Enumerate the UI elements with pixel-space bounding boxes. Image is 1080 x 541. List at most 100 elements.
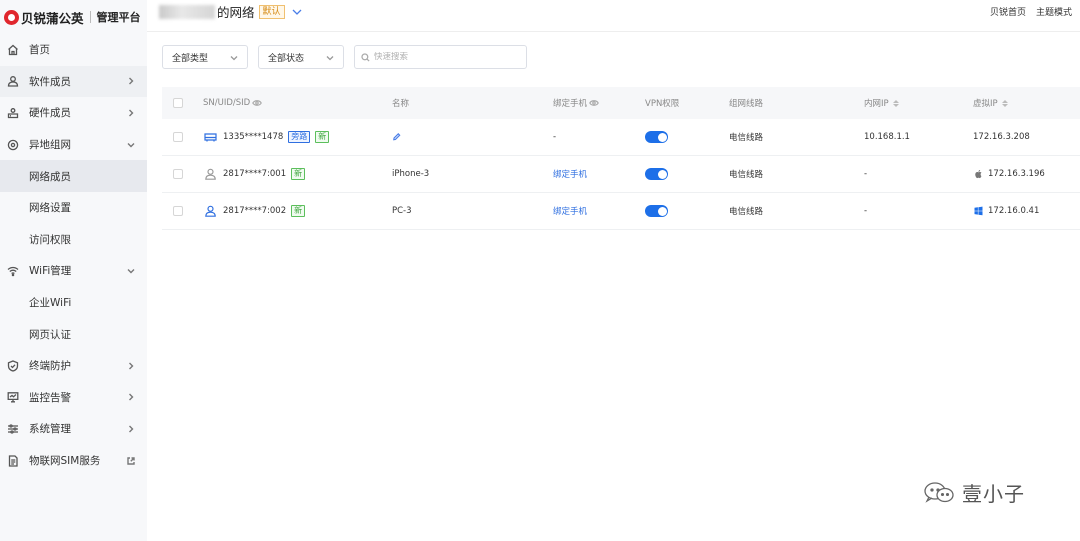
brand[interactable]: 贝锐蒲公英 管理平台 xyxy=(0,0,147,34)
sort-icon xyxy=(892,99,899,107)
top-links: 贝锐首页 主题模式 xyxy=(990,5,1072,18)
user-outline-icon xyxy=(203,168,217,180)
link-theme-mode[interactable]: 主题模式 xyxy=(1036,5,1072,18)
table-row: 1335****1478 旁路 新 - 电信线路 10.168.1.1 172.… xyxy=(162,119,1080,156)
sidebar-item-home[interactable]: 首页 xyxy=(0,34,147,66)
header-sn: SN/UID/SID xyxy=(203,98,263,108)
header-phone: 绑定手机 xyxy=(553,97,599,109)
type-select[interactable]: 全部类型 xyxy=(162,45,248,69)
brand-name: 贝锐蒲公英 xyxy=(21,10,84,26)
sidebar-item-label: WiFi管理 xyxy=(29,265,72,278)
shield-icon xyxy=(6,359,20,373)
row-ip: - xyxy=(864,169,868,179)
sidebar-item-endpoint-protection[interactable]: 终端防护 xyxy=(0,350,147,382)
brand-divider xyxy=(89,11,91,23)
network-icon xyxy=(6,138,20,152)
wifi-icon xyxy=(6,264,20,278)
sidebar-item-label: 监控告警 xyxy=(29,391,71,404)
sidebar-item-label: 系统管理 xyxy=(29,423,71,436)
redacted-network-name xyxy=(159,4,215,19)
chevron-down-icon xyxy=(326,54,334,62)
eye-icon[interactable] xyxy=(589,99,599,107)
row-vip-value: 172.16.3.196 xyxy=(988,169,1045,179)
row-checkbox[interactable] xyxy=(173,132,183,142)
table-row: 2817****7:001 新 iPhone-3 绑定手机 电信线路 - 172… xyxy=(162,156,1080,193)
search-input[interactable] xyxy=(374,52,514,62)
chevron-right-icon xyxy=(127,108,137,118)
row-sn-value: 1335****1478 xyxy=(223,132,284,142)
sidebar-item-network-settings[interactable]: 网络设置 xyxy=(0,192,147,224)
external-link-icon xyxy=(127,456,137,466)
chevron-down-icon xyxy=(291,6,303,18)
wechat-icon xyxy=(922,481,956,505)
app-root: 贝锐蒲公英 管理平台 首页 软件成员 硬件成员 异地组网 网络成员 网络设置 访… xyxy=(0,0,1080,541)
search-icon xyxy=(361,52,370,62)
sidebar-item-label: 访问权限 xyxy=(29,233,71,246)
row-sn: 2817****7:002 新 xyxy=(203,205,306,217)
sidebar-item-network-members[interactable]: 网络成员 xyxy=(0,160,147,192)
chevron-down-icon xyxy=(127,266,137,276)
network-title: 的网络 xyxy=(217,5,255,20)
bypass-tag: 旁路 xyxy=(288,131,311,143)
sidebar-item-iot-sim[interactable]: 物联网SIM服务 xyxy=(0,445,147,477)
edit-name-icon[interactable] xyxy=(392,133,401,142)
sidebar-item-label: 企业WiFi xyxy=(29,297,72,310)
sim-card-icon xyxy=(6,454,20,468)
sidebar-item-label: 软件成员 xyxy=(29,75,71,88)
sidebar-item-label: 硬件成员 xyxy=(29,107,71,120)
sidebar-menu: 首页 软件成员 硬件成员 异地组网 网络成员 网络设置 访问权限 WiFi管理 … xyxy=(0,34,147,476)
members-table: SN/UID/SID 名称 绑定手机 VPN权限 组网线路 内网IP 虚拟IP xyxy=(162,87,1080,230)
row-phone: - xyxy=(553,132,557,142)
vpn-toggle[interactable] xyxy=(645,131,668,143)
vpn-toggle[interactable] xyxy=(645,205,668,217)
watermark-text: 壹小子 xyxy=(962,482,1025,506)
row-vip-value: 172.16.0.41 xyxy=(988,206,1040,216)
header-name: 名称 xyxy=(392,99,410,109)
header-vip[interactable]: 虚拟IP xyxy=(973,97,1008,109)
header-ip-label: 内网IP xyxy=(864,99,889,109)
row-vip: 172.16.3.208 xyxy=(973,132,1030,142)
vpn-toggle[interactable] xyxy=(645,168,668,180)
sidebar-item-monitoring-alerts[interactable]: 监控告警 xyxy=(0,382,147,414)
watermark: 壹小子 xyxy=(922,478,1025,507)
bind-phone-link[interactable]: 绑定手机 xyxy=(553,205,587,217)
select-all-checkbox[interactable] xyxy=(173,98,183,108)
eye-icon[interactable] xyxy=(252,99,263,107)
settings-sliders-icon xyxy=(6,422,20,436)
row-line: 电信线路 xyxy=(729,170,764,180)
sidebar-item-system-management[interactable]: 系统管理 xyxy=(0,413,147,445)
sidebar-item-hardware-members[interactable]: 硬件成员 xyxy=(0,97,147,129)
row-sn: 2817****7:001 新 xyxy=(203,168,306,180)
bind-phone-link[interactable]: 绑定手机 xyxy=(553,168,587,180)
sidebar-item-access-permissions[interactable]: 访问权限 xyxy=(0,224,147,256)
link-home[interactable]: 贝锐首页 xyxy=(990,5,1026,18)
type-select-value: 全部类型 xyxy=(172,53,209,64)
sidebar-item-remote-network[interactable]: 异地组网 xyxy=(0,129,147,161)
network-switcher[interactable]: 的网络 默认 xyxy=(159,2,303,21)
sidebar-item-wifi-management[interactable]: WiFi管理 xyxy=(0,255,147,287)
sidebar-item-web-auth[interactable]: 网页认证 xyxy=(0,318,147,350)
header-ip[interactable]: 内网IP xyxy=(864,97,899,109)
table-row: 2817****7:002 新 PC-3 绑定手机 电信线路 - 172.16.… xyxy=(162,193,1080,230)
row-vip: 172.16.0.41 xyxy=(973,206,1039,216)
brand-logo-icon xyxy=(4,9,19,25)
chevron-right-icon xyxy=(127,361,137,371)
brand-subtitle: 管理平台 xyxy=(96,11,141,24)
apple-icon xyxy=(973,169,983,179)
row-checkbox[interactable] xyxy=(173,206,183,216)
row-ip: 10.168.1.1 xyxy=(864,132,910,142)
user-icon xyxy=(6,74,20,88)
sidebar-item-enterprise-wifi[interactable]: 企业WiFi xyxy=(0,287,147,319)
filter-bar: 全部类型 全部状态 xyxy=(162,45,527,69)
row-sn: 1335****1478 旁路 新 xyxy=(203,131,330,143)
sidebar-item-label: 终端防护 xyxy=(29,360,71,373)
new-tag: 新 xyxy=(291,168,306,180)
search-box[interactable] xyxy=(354,45,527,69)
sidebar-item-software-members[interactable]: 软件成员 xyxy=(0,65,147,98)
row-sn-value: 2817****7:001 xyxy=(223,169,287,179)
sidebar-item-label: 网页认证 xyxy=(29,328,71,341)
row-checkbox[interactable] xyxy=(173,169,183,179)
sidebar-item-label: 网络设置 xyxy=(29,202,71,215)
topbar: 的网络 默认 贝锐首页 主题模式 xyxy=(147,0,1080,32)
status-select[interactable]: 全部状态 xyxy=(258,45,344,69)
